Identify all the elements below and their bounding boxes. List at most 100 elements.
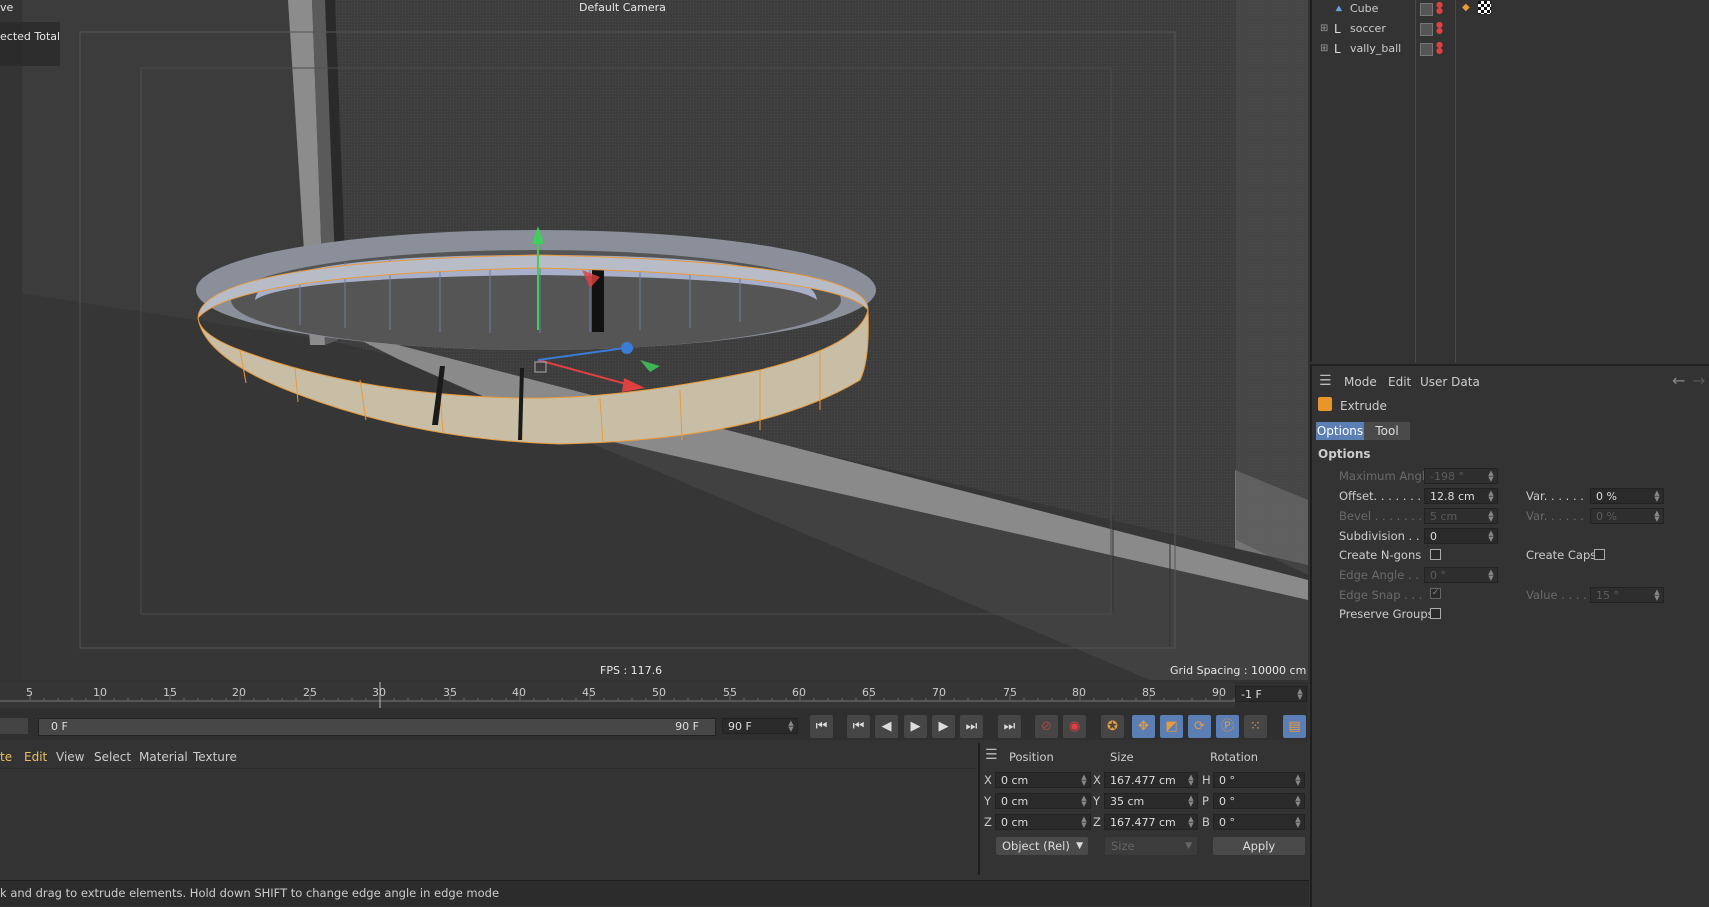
menu-texture[interactable]: Texture bbox=[193, 750, 237, 764]
menu-select[interactable]: Select bbox=[94, 750, 131, 764]
null-object-icon: L bbox=[1334, 22, 1341, 36]
param-key-icon[interactable]: Ⓟ bbox=[1216, 715, 1239, 738]
size-x-field[interactable]: 167.477 cm ▲ ▼ bbox=[1104, 772, 1198, 788]
offset-var-field[interactable]: 0 % ▲ ▼ bbox=[1590, 488, 1664, 504]
menu-edit[interactable]: Edit bbox=[24, 750, 47, 764]
axis-label: P bbox=[1202, 794, 1209, 808]
rotation-b-field[interactable]: 0 ° ▲ ▼ bbox=[1213, 814, 1305, 830]
object-name[interactable]: Cube bbox=[1350, 2, 1378, 15]
tick-label: 75 bbox=[1003, 686, 1017, 699]
menu-edit[interactable]: Edit bbox=[1388, 375, 1411, 389]
coordinate-mode-select[interactable]: Object (Rel) ▼ bbox=[996, 837, 1088, 855]
object-name[interactable]: vally_ball bbox=[1350, 42, 1401, 55]
edit-toggle-icon[interactable] bbox=[1420, 43, 1433, 56]
move-key-icon[interactable]: ✥ bbox=[1132, 715, 1155, 738]
object-name[interactable]: soccer bbox=[1350, 22, 1386, 35]
visibility-dots-icon[interactable]: ● ● bbox=[1436, 41, 1443, 55]
menu-material[interactable]: Material bbox=[139, 750, 188, 764]
range-start-stub[interactable] bbox=[0, 718, 28, 734]
material-manager[interactable]: te Edit View Select Material Texture bbox=[0, 743, 975, 875]
current-frame-field[interactable]: -1 F ▲ ▼ bbox=[1235, 686, 1307, 702]
next-key-icon[interactable]: ⏭ bbox=[960, 715, 983, 738]
create-caps-checkbox[interactable] bbox=[1594, 549, 1605, 560]
tab-options[interactable]: Options bbox=[1316, 422, 1364, 440]
axis-label: Z bbox=[984, 815, 992, 829]
tick-label: 45 bbox=[582, 686, 596, 699]
preserve-groups-checkbox[interactable] bbox=[1430, 608, 1441, 619]
bevel-var-field[interactable]: 0 % ▲ ▼ bbox=[1590, 508, 1664, 524]
scale-key-icon[interactable]: ◩ bbox=[1160, 715, 1183, 738]
visibility-dots-icon[interactable]: ● ● bbox=[1436, 1, 1443, 15]
edge-angle-field[interactable]: 0 ° ▲ ▼ bbox=[1424, 567, 1498, 583]
material-tag-icon[interactable] bbox=[1478, 1, 1491, 14]
bevel-field[interactable]: 5 cm ▲ ▼ bbox=[1424, 508, 1498, 524]
offset-field[interactable]: 12.8 cm ▲ ▼ bbox=[1424, 488, 1498, 504]
subdivision-field[interactable]: 0 ▲ ▼ bbox=[1424, 528, 1498, 544]
expand-icon[interactable]: ⊞ bbox=[1320, 43, 1328, 54]
expand-icon[interactable]: ⊞ bbox=[1320, 23, 1328, 34]
attribute-manager[interactable]: ☰ Mode Edit User Data ← → Extrude Option… bbox=[1310, 364, 1709, 907]
tick-label: 20 bbox=[232, 686, 246, 699]
timeline-film-icon[interactable]: ▤ bbox=[1283, 715, 1306, 738]
play-icon[interactable]: ▶ bbox=[904, 715, 927, 738]
position-y-field[interactable]: 0 cm ▲ ▼ bbox=[995, 793, 1091, 809]
timeline[interactable]: 5 10 15 20 25 30 35 40 45 50 55 60 65 70… bbox=[0, 682, 1308, 740]
pla-key-icon[interactable]: ⁙ bbox=[1244, 715, 1267, 738]
tick-label: 40 bbox=[512, 686, 526, 699]
create-ngons-checkbox[interactable] bbox=[1430, 549, 1441, 560]
object-row-cube[interactable]: ⯅ Cube ● ● ◆ bbox=[1312, 0, 1709, 20]
object-row-soccer[interactable]: ⊞ L soccer ● ● bbox=[1312, 20, 1709, 40]
position-x-field[interactable]: 0 cm ▲ ▼ bbox=[995, 772, 1091, 788]
frame-range-slider[interactable]: 0 F 90 F bbox=[38, 718, 716, 736]
max-angle-field[interactable]: -198 ° ▲ ▼ bbox=[1424, 468, 1498, 484]
timeline-ruler[interactable]: 5 10 15 20 25 30 35 40 45 50 55 60 65 70… bbox=[0, 682, 1235, 708]
value-field[interactable]: 15 ° ▲ ▼ bbox=[1590, 587, 1664, 603]
tab-tool[interactable]: Tool bbox=[1364, 422, 1410, 440]
spinner-icon: ▲ ▼ bbox=[1081, 773, 1087, 787]
autokey-icon[interactable]: ◉ bbox=[1063, 715, 1086, 738]
rotation-p-field[interactable]: 0 ° ▲ ▼ bbox=[1213, 793, 1305, 809]
menu-user-data[interactable]: User Data bbox=[1420, 375, 1480, 389]
hamburger-icon[interactable]: ☰ bbox=[985, 747, 998, 763]
object-row-vally-ball[interactable]: ⊞ L vally_ball ● ● bbox=[1312, 40, 1709, 60]
size-z-field[interactable]: 167.477 cm ▲ ▼ bbox=[1104, 814, 1198, 830]
value-label: Value . . . . bbox=[1526, 588, 1587, 602]
size-mode-select[interactable]: Size ▼ bbox=[1105, 837, 1197, 855]
size-y-field[interactable]: 35 cm ▲ ▼ bbox=[1104, 793, 1198, 809]
axis-label: Y bbox=[1093, 794, 1101, 808]
record-disabled-icon[interactable]: ⊘ bbox=[1035, 715, 1058, 738]
visibility-dots-icon[interactable]: ● ● bbox=[1436, 21, 1443, 35]
edit-toggle-icon[interactable] bbox=[1420, 3, 1433, 16]
spinner-icon: ▲ ▼ bbox=[1188, 815, 1194, 829]
apply-button[interactable]: Apply bbox=[1213, 837, 1305, 855]
back-arrow-icon[interactable]: ← bbox=[1672, 371, 1685, 390]
coordinates-manager[interactable]: ☰ Position Size Rotation X 0 cm ▲ ▼ X 167.… bbox=[978, 743, 1310, 875]
tick-label: 60 bbox=[792, 686, 806, 699]
forward-arrow-icon[interactable]: → bbox=[1692, 371, 1705, 390]
prev-frame-icon[interactable]: ◀ bbox=[875, 715, 898, 738]
hamburger-icon[interactable]: ☰ bbox=[1319, 373, 1332, 389]
menu-create[interactable]: te bbox=[0, 750, 12, 764]
rotation-h-field[interactable]: 0 ° ▲ ▼ bbox=[1213, 772, 1305, 788]
menu-mode[interactable]: Mode bbox=[1344, 375, 1377, 389]
edge-snap-checkbox[interactable]: ✓ bbox=[1430, 588, 1441, 599]
next-frame-icon[interactable]: ▶ bbox=[932, 715, 955, 738]
max-angle-label: Maximum Angle bbox=[1339, 469, 1433, 483]
camera-label[interactable]: Default Camera bbox=[579, 1, 666, 14]
tag-icon[interactable]: ◆ bbox=[1462, 2, 1470, 13]
object-manager[interactable]: ⯅ Cube ● ● ◆ ⊞ L soccer ● ● ⊞ L vally_ball… bbox=[1310, 0, 1709, 362]
tick-label: 65 bbox=[862, 686, 876, 699]
edit-toggle-icon[interactable] bbox=[1420, 23, 1433, 36]
go-to-start-icon[interactable]: ⏮ bbox=[810, 715, 833, 738]
position-z-field[interactable]: 0 cm ▲ ▼ bbox=[995, 814, 1091, 830]
end-frame-field[interactable]: 90 F ▲ ▼ bbox=[722, 718, 798, 734]
prev-key-icon[interactable]: ⏮ bbox=[847, 715, 870, 738]
spinner-icon: ▲ ▼ bbox=[1295, 773, 1301, 787]
rotate-key-icon[interactable]: ⟳ bbox=[1188, 715, 1211, 738]
spinner-icon: ▲ ▼ bbox=[1488, 509, 1494, 523]
axis-label: X bbox=[1093, 773, 1101, 787]
keyframe-selection-icon[interactable]: ✪ bbox=[1101, 715, 1124, 738]
go-to-end-icon[interactable]: ⏭ bbox=[998, 715, 1021, 738]
menu-view[interactable]: View bbox=[56, 750, 84, 764]
3d-viewport[interactable]: Default Camera ve ected Total FPS : 117.… bbox=[0, 0, 1308, 680]
